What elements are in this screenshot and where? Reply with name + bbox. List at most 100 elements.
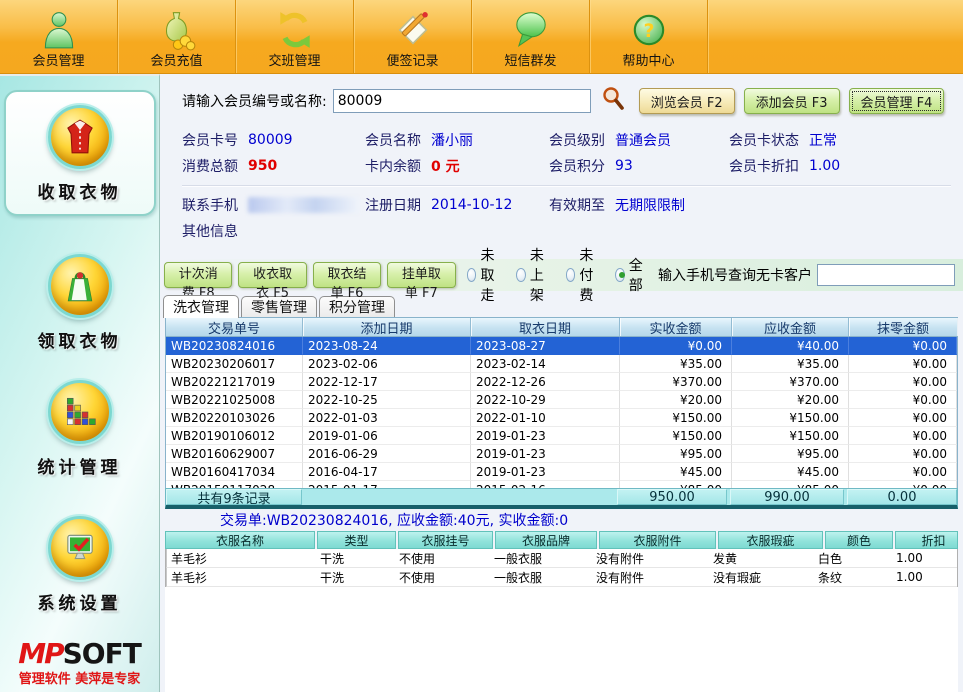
order-cell: ¥20.00: [620, 391, 732, 409]
left-sidebar: 收取衣物 领取衣物 统计管理 系统设置 MPSOF: [0, 74, 160, 692]
order-row[interactable]: WB202210250082022-10-252022-10-29¥20.00¥…: [166, 391, 957, 409]
order-cell: ¥95.00: [732, 445, 849, 463]
orders-summary-row: 共有9条记录 950.00 990.00 0.00: [165, 488, 958, 509]
toolbar-item-help-center[interactable]: ? 帮助中心: [590, 0, 708, 73]
help-center-icon: ?: [628, 7, 670, 53]
member-field-value: 普通会员: [615, 130, 671, 150]
member-search-input[interactable]: [333, 89, 591, 113]
clothes-cell: 一般衣服: [490, 568, 592, 587]
detail-column-header[interactable]: 颜色: [825, 531, 893, 549]
selected-order-info-text: 交易单:WB20230824016, 应收金额:40元, 实收金额:0: [220, 510, 568, 530]
tab[interactable]: 洗衣管理: [163, 295, 239, 318]
detail-column-header[interactable]: 折扣: [895, 531, 958, 549]
logo-soft-text: SOFT: [63, 637, 141, 670]
radio-button-icon[interactable]: [516, 268, 526, 282]
clothes-cell: 羊毛衫: [166, 568, 316, 587]
action-button[interactable]: 计次消费 F8: [164, 262, 232, 288]
member-field-value: 正常: [809, 130, 837, 150]
member-field: 卡内余额 0 元: [365, 156, 549, 176]
search-action-button[interactable]: 浏览会员 F2: [639, 88, 735, 114]
clothes-row[interactable]: 羊毛衫干洗不使用一般衣服没有附件发黄白色1.00: [166, 549, 957, 568]
clothes-cell: 白色: [814, 549, 882, 568]
order-cell: WB20190106012: [166, 427, 303, 445]
sidebar-item-pickup-clothes[interactable]: 领取衣物: [38, 254, 122, 352]
order-row[interactable]: WB201901060122019-01-062019-01-23¥150.00…: [166, 427, 957, 445]
toolbar-item-member-management[interactable]: 会员管理: [0, 0, 118, 73]
order-cell: 2022-10-25: [303, 391, 471, 409]
order-row[interactable]: WB202308240162023-08-242023-08-27¥0.00¥4…: [166, 337, 957, 355]
orders-column-header[interactable]: 应收金额: [732, 318, 849, 336]
detail-column-header[interactable]: 衣服附件: [599, 531, 716, 549]
action-button[interactable]: 收衣取衣 F5: [238, 262, 306, 288]
order-cell: 2022-12-26: [471, 373, 620, 391]
member-field-label: 其他信息: [182, 221, 238, 241]
member-field-label: 会员卡状态: [729, 130, 799, 150]
member-field: 会员名称 潘小丽: [365, 130, 549, 150]
order-cell: ¥35.00: [620, 355, 732, 373]
radio-button-icon[interactable]: [566, 268, 576, 282]
order-cell: WB20160417034: [166, 463, 303, 481]
clothes-cell: 干洗: [316, 568, 395, 587]
sidebar-item-receive-clothes[interactable]: 收取衣物: [4, 90, 156, 216]
action-buttons: 计次消费 F8收衣取衣 F5 取衣结单 F6挂单取单 F7: [164, 262, 456, 288]
order-cell: 2023-02-06: [303, 355, 471, 373]
rounding-total: 0.00: [847, 489, 957, 505]
order-cell: ¥85.00: [732, 481, 849, 488]
orders-column-header[interactable]: 添加日期: [303, 318, 471, 336]
order-row[interactable]: WB201606290072016-06-292019-01-23¥95.00¥…: [166, 445, 957, 463]
detail-column-header[interactable]: 衣服挂号: [398, 531, 493, 549]
order-row[interactable]: WB201604170342016-04-172019-01-23¥45.00¥…: [166, 463, 957, 481]
search-action-button[interactable]: 会员管理 F4: [849, 88, 945, 114]
toolbar-item-shift-management[interactable]: 交班管理: [236, 0, 354, 73]
search-magnifier-icon[interactable]: [601, 86, 625, 116]
detail-column-header[interactable]: 衣服品牌: [495, 531, 597, 549]
radio-button-icon[interactable]: [467, 268, 477, 282]
order-row[interactable]: WB202302060172023-02-062023-02-14¥35.00¥…: [166, 355, 957, 373]
note-records-icon: [392, 7, 434, 53]
detail-column-header[interactable]: 衣服名称: [165, 531, 315, 549]
toolbar-item-note-records[interactable]: 便签记录: [354, 0, 472, 73]
top-toolbar: 会员管理 会员充值 交班管理 便签记录 短信群发: [0, 0, 963, 74]
empty-area: [165, 587, 958, 692]
toolbar-item-member-recharge[interactable]: 会员充值: [118, 0, 236, 73]
orders-column-header[interactable]: 实收金额: [620, 318, 732, 336]
order-cell: 2022-01-10: [471, 409, 620, 427]
order-cell: ¥45.00: [732, 463, 849, 481]
orders-column-header[interactable]: 交易单号: [166, 318, 303, 336]
toolbar-item-sms-broadcast[interactable]: 短信群发: [472, 0, 590, 73]
member-info-panel: 会员卡号 80009 会员名称 潘小丽 会员级别 普通会员: [160, 127, 963, 244]
toolbar-item-label: 会员充值: [150, 53, 202, 70]
statistics-icon: [48, 380, 112, 444]
order-cell: ¥0.00: [849, 337, 957, 355]
member-field-label: 会员卡折扣: [729, 156, 799, 176]
member-field: 会员卡状态 正常: [729, 130, 953, 150]
sidebar-item-system-settings[interactable]: 系统设置: [38, 516, 122, 614]
detail-column-header[interactable]: 类型: [317, 531, 396, 549]
order-row[interactable]: WB202201030262022-01-032022-01-10¥150.00…: [166, 409, 957, 427]
search-action-button[interactable]: 添加会员 F3: [744, 88, 840, 114]
filter-radio-option[interactable]: 全部: [615, 255, 647, 295]
orders-table-body: WB202308240162023-08-242023-08-27¥0.00¥4…: [165, 337, 958, 488]
logo-tagline: 管理软件 美萍是专家: [18, 673, 141, 688]
member-field-label: 会员名称: [365, 130, 421, 150]
action-button[interactable]: 挂单取单 F7: [387, 262, 455, 288]
detail-column-header[interactable]: 衣服瑕疵: [718, 531, 823, 549]
order-cell: 2015-02-16: [471, 481, 620, 488]
clothes-row[interactable]: 羊毛衫干洗不使用一般衣服没有附件没有瑕疵条纹1.00: [166, 568, 957, 587]
radio-button-icon[interactable]: [615, 268, 625, 282]
order-cell: 2022-12-17: [303, 373, 471, 391]
clothes-cell: 条纹: [814, 568, 882, 587]
orders-column-header[interactable]: 取衣日期: [471, 318, 620, 336]
selected-order-info: 交易单:WB20230824016, 应收金额:40元, 实收金额:0: [160, 509, 963, 531]
member-field-label: 卡内余额: [365, 156, 421, 176]
order-cell: 2015-01-17: [303, 481, 471, 488]
member-field: 注册日期 2014-10-12: [365, 195, 549, 215]
member-field-value: 无期限限制: [615, 195, 685, 215]
action-button[interactable]: 取衣结单 F6: [313, 262, 381, 288]
order-row[interactable]: WB202212170192022-12-172022-12-26¥370.00…: [166, 373, 957, 391]
member-field-label: 会员级别: [549, 130, 605, 150]
phone-query-input[interactable]: [817, 264, 955, 286]
orders-column-header[interactable]: 抹零金额: [849, 318, 957, 336]
sidebar-item-statistics[interactable]: 统计管理: [38, 380, 122, 478]
order-row[interactable]: WB201501170282015-01-172015-02-16¥85.00¥…: [166, 481, 957, 488]
